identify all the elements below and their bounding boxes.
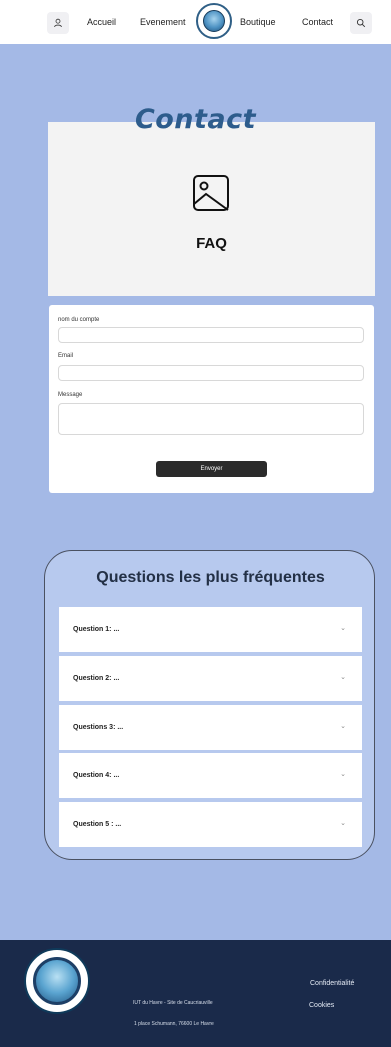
send-button[interactable]: Envoyer — [156, 461, 267, 477]
question-label: Question 5 : ... — [73, 821, 122, 828]
question-label: Question 4: ... — [73, 772, 120, 779]
footer-address-line2: 1 place Schumann, 76600 Le Havre — [134, 1021, 214, 1027]
nav-evenement[interactable]: Evenement — [140, 17, 186, 27]
message-label: Message — [58, 392, 83, 398]
faq-banner: FAQ — [48, 122, 375, 296]
footer-logo — [24, 948, 90, 1014]
chevron-down-icon: ⌄ — [340, 820, 346, 827]
question-label: Question 1: ... — [73, 626, 120, 633]
chevron-down-icon: ⌄ — [340, 723, 346, 730]
message-textarea[interactable] — [58, 403, 364, 435]
email-label: Email — [58, 353, 74, 359]
faq-label: FAQ — [196, 235, 227, 252]
search-button[interactable] — [350, 12, 372, 34]
top-nav: Accueil Evenement Boutique Contact — [0, 0, 391, 44]
contact-form: nom du compte Email Message Envoyer — [49, 305, 374, 493]
footer: IUT du Havre - Site de Caucriauville 1 p… — [0, 940, 391, 1047]
footer-link-cookies[interactable]: Cookies — [309, 1002, 334, 1009]
nav-contact[interactable]: Contact — [302, 17, 333, 27]
page-title: Contact — [134, 104, 257, 135]
image-placeholder-icon — [193, 175, 229, 211]
footer-link-privacy[interactable]: Confidentialité — [310, 980, 354, 987]
account-label: nom du compte — [58, 317, 100, 323]
faq-questions-card: Questions les plus fréquentes Question 1… — [44, 550, 375, 860]
faq-question-4[interactable]: Question 4: ... ⌄ — [59, 753, 362, 798]
user-button[interactable] — [47, 12, 69, 34]
question-label: Question 2: ... — [73, 675, 120, 682]
chevron-down-icon: ⌄ — [340, 625, 346, 632]
question-label: Questions 3: ... — [73, 724, 124, 731]
faq-question-1[interactable]: Question 1: ... ⌄ — [59, 607, 362, 652]
footer-address-line1: IUT du Havre - Site de Caucriauville — [133, 1000, 213, 1006]
site-logo[interactable] — [196, 3, 232, 39]
account-input[interactable] — [58, 327, 364, 343]
user-icon — [54, 18, 62, 28]
logo-emblem — [203, 10, 225, 32]
search-icon — [356, 18, 366, 28]
faq-question-2[interactable]: Question 2: ... ⌄ — [59, 656, 362, 701]
nav-boutique[interactable]: Boutique — [240, 17, 276, 27]
nav-accueil[interactable]: Accueil — [87, 17, 116, 27]
faq-question-5[interactable]: Question 5 : ... ⌄ — [59, 802, 362, 847]
email-input[interactable] — [58, 365, 364, 381]
faq-section-title: Questions les plus fréquentes — [96, 569, 325, 586]
faq-question-3[interactable]: Questions 3: ... ⌄ — [59, 705, 362, 750]
chevron-down-icon: ⌄ — [340, 674, 346, 681]
chevron-down-icon: ⌄ — [340, 771, 346, 778]
logo-emblem — [33, 957, 81, 1005]
